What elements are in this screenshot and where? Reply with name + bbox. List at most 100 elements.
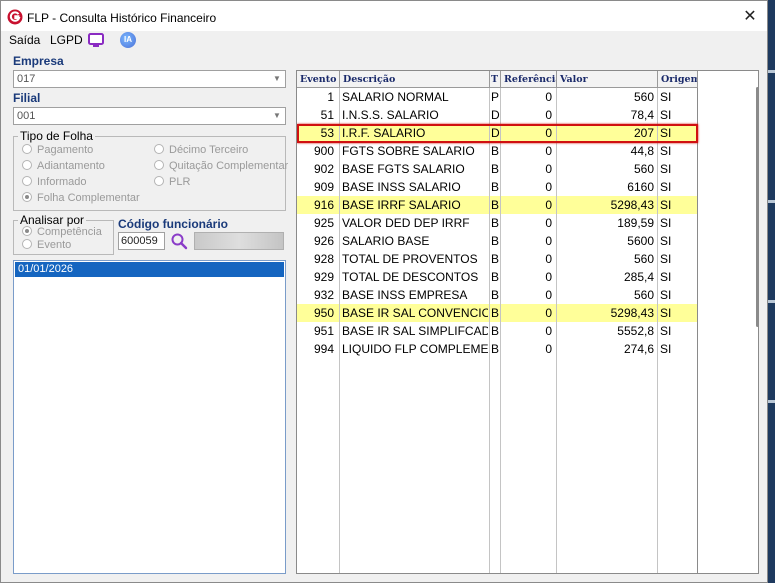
chevron-down-icon[interactable]: ▼ xyxy=(270,72,284,86)
cell-origem: SI xyxy=(660,342,672,356)
table-row[interactable]: 900 FGTS SOBRE SALARIO B 0 44,8 SI xyxy=(297,142,697,160)
cell-descricao: TOTAL DE DESCONTOS xyxy=(342,270,479,284)
cell-tipo: B xyxy=(491,324,500,338)
cell-valor: 5298,43 xyxy=(610,198,654,212)
cell-evento: 916 xyxy=(313,198,334,212)
cell-tipo: B xyxy=(491,234,500,248)
table-row[interactable]: 916 BASE IRRF SALARIO B 0 5298,43 SI xyxy=(297,196,697,214)
cell-valor: 78,4 xyxy=(630,108,654,122)
table-row[interactable]: 925 VALOR DED DEP IRRF B 0 189,59 SI xyxy=(297,214,697,232)
column-header-origem[interactable]: Origem xyxy=(658,71,698,88)
cell-descricao: TOTAL DE PROVENTOS xyxy=(342,252,478,266)
title-bar[interactable]: FLP - Consulta Histórico Financeiro ✕ xyxy=(1,1,767,31)
column-header-evento[interactable]: Evento xyxy=(297,71,340,88)
radio-decimo-terceiro[interactable]: Décimo Terceiro xyxy=(154,144,248,156)
cell-evento: 1 xyxy=(327,90,334,104)
table-row[interactable]: 928 TOTAL DE PROVENTOS B 0 560 SI xyxy=(297,250,697,268)
list-item[interactable]: 01/01/2026 xyxy=(15,262,284,277)
column-header-referencia[interactable]: Referência xyxy=(501,71,557,88)
radio-pagamento[interactable]: Pagamento xyxy=(22,144,93,156)
background-window xyxy=(768,0,775,583)
selected-row-outline xyxy=(297,124,698,143)
cell-origem: SI xyxy=(660,270,672,284)
cell-evento: 902 xyxy=(313,162,334,176)
column-divider xyxy=(556,88,557,573)
cell-origem: SI xyxy=(660,324,672,338)
search-icon[interactable] xyxy=(170,232,188,250)
cell-evento: 926 xyxy=(313,234,334,248)
cell-valor: 189,59 xyxy=(617,216,654,230)
cell-evento: 925 xyxy=(313,216,334,230)
radio-folha-complementar[interactable]: Folha Complementar xyxy=(22,192,140,204)
cell-valor: 285,4 xyxy=(623,270,654,284)
cell-descricao: FGTS SOBRE SALARIO xyxy=(342,144,475,158)
cell-valor: 44,8 xyxy=(630,144,654,158)
cell-descricao: SALARIO NORMAL xyxy=(342,90,449,104)
cell-tipo: B xyxy=(491,198,500,212)
cell-referencia: 0 xyxy=(545,162,552,176)
cell-referencia: 0 xyxy=(545,324,552,338)
cell-valor: 6160 xyxy=(627,180,654,194)
codigo-funcionario-label: Código funcionário xyxy=(118,217,228,231)
empresa-select[interactable]: 017 ▼ xyxy=(13,70,286,88)
table-row[interactable]: 902 BASE FGTS SALARIO B 0 560 SI xyxy=(297,160,697,178)
monitor-icon[interactable] xyxy=(88,32,104,48)
grid-header-filler xyxy=(698,71,758,88)
cell-tipo: B xyxy=(491,180,500,194)
radio-adiantamento[interactable]: Adiantamento xyxy=(22,160,105,172)
financial-history-grid[interactable]: Evento Descrição T Referência Valor Orig… xyxy=(296,70,759,574)
cell-evento: 950 xyxy=(313,306,334,320)
cell-referencia: 0 xyxy=(545,216,552,230)
menu-saida[interactable]: Saída xyxy=(9,33,40,47)
cell-descricao: BASE IR SAL CONVENCION xyxy=(342,306,488,320)
filial-select[interactable]: 001 ▼ xyxy=(13,107,286,125)
cell-evento: 900 xyxy=(313,144,334,158)
close-icon[interactable]: ✕ xyxy=(739,6,761,28)
cell-referencia: 0 xyxy=(545,252,552,266)
column-divider xyxy=(339,88,340,573)
column-header-tipo[interactable]: T xyxy=(490,71,501,88)
radio-evento[interactable]: Evento xyxy=(22,239,71,251)
table-row[interactable]: 929 TOTAL DE DESCONTOS B 0 285,4 SI xyxy=(297,268,697,286)
cell-referencia: 0 xyxy=(545,198,552,212)
menu-lgpd[interactable]: LGPD xyxy=(50,33,83,47)
column-header-valor[interactable]: Valor xyxy=(557,71,658,88)
radio-informado[interactable]: Informado xyxy=(22,176,87,188)
chevron-down-icon[interactable]: ▼ xyxy=(270,109,284,123)
radio-quitacao-complementar[interactable]: Quitação Complementar xyxy=(154,160,288,172)
cell-origem: SI xyxy=(660,90,672,104)
cell-tipo: B xyxy=(491,144,500,158)
cell-tipo: B xyxy=(491,288,500,302)
cell-referencia: 0 xyxy=(545,90,552,104)
table-row[interactable]: 994 LIQUIDO FLP COMPLEMENTB 0 274,6 SI xyxy=(297,340,697,358)
cell-tipo: B xyxy=(491,252,500,266)
table-row[interactable]: 932 BASE INSS EMPRESA B 0 560 SI xyxy=(297,286,697,304)
cell-descricao: BASE INSS SALARIO xyxy=(342,180,461,194)
table-row[interactable]: 1 SALARIO NORMAL P 0 560 SI xyxy=(297,88,697,106)
vertical-scrollbar[interactable] xyxy=(756,87,759,327)
table-row[interactable]: 51 I.N.S.S. SALARIO D 0 78,4 SI xyxy=(297,106,697,124)
table-row[interactable]: 926 SALARIO BASE B 0 5600 SI xyxy=(297,232,697,250)
period-list[interactable]: 01/01/2026 xyxy=(13,260,286,574)
ia-icon[interactable]: IA xyxy=(120,32,136,48)
table-row[interactable]: 951 BASE IR SAL SIMPLIFCAD B 0 5552,8 SI xyxy=(297,322,697,340)
cell-valor: 560 xyxy=(633,90,654,104)
cell-referencia: 0 xyxy=(545,234,552,248)
cell-descricao: I.N.S.S. SALARIO xyxy=(342,108,439,122)
column-divider xyxy=(697,88,698,573)
cell-descricao: BASE FGTS SALARIO xyxy=(342,162,465,176)
cell-descricao: SALARIO BASE xyxy=(342,234,430,248)
column-divider xyxy=(657,88,658,573)
analisar-por-legend: Analisar por xyxy=(20,213,85,227)
cell-tipo: B xyxy=(491,306,500,320)
radio-plr[interactable]: PLR xyxy=(154,176,190,188)
funcionario-name-redacted xyxy=(194,232,284,250)
codigo-funcionario-input[interactable]: 600059 xyxy=(118,232,165,250)
radio-competencia[interactable]: Competência xyxy=(22,226,102,238)
column-header-descricao[interactable]: Descrição xyxy=(340,71,490,88)
cell-referencia: 0 xyxy=(545,144,552,158)
main-window: FLP - Consulta Histórico Financeiro ✕ Sa… xyxy=(0,0,768,583)
cell-origem: SI xyxy=(660,144,672,158)
table-row[interactable]: 950 BASE IR SAL CONVENCION B 0 5298,43 SI xyxy=(297,304,697,322)
table-row[interactable]: 909 BASE INSS SALARIO B 0 6160 SI xyxy=(297,178,697,196)
